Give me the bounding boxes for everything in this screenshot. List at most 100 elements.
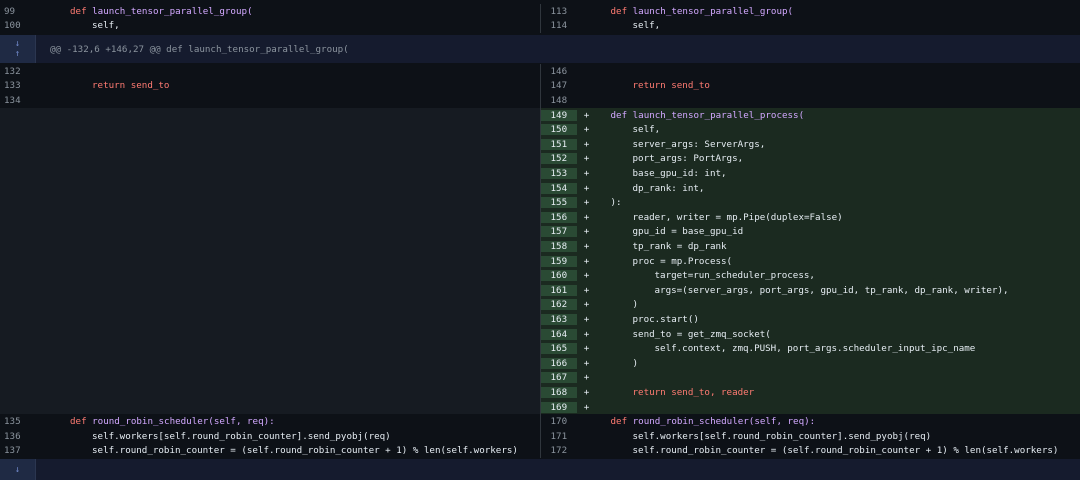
right-line-number[interactable]: 152 [540, 153, 577, 165]
left-line-number[interactable]: 99 [0, 6, 36, 17]
right-line-number[interactable]: 163 [540, 313, 577, 325]
right-added-cell: 164 + send_to = get_zmq_socket( [540, 326, 1080, 342]
code-text: tp_rank = dp_rank [632, 240, 727, 252]
added-diff-row: 169 + [0, 399, 1080, 415]
right-added-cell: 157 + gpu_id = base_gpu_id [540, 224, 1080, 240]
diff-row: 137 self.round_robin_counter = (self.rou… [0, 443, 1080, 459]
right-added-cell: 156 + reader, writer = mp.Pipe(duplex=Fals… [540, 210, 1080, 225]
added-diff-row: 167 + [0, 370, 1080, 386]
left-pane-line: 99 def launch_tensor_parallel_group( [0, 4, 541, 19]
code-text: reader, writer = mp.Pipe(duplex=False) [632, 211, 843, 223]
right-line-number[interactable]: 162 [540, 299, 577, 311]
right-line-number[interactable]: 168 [540, 386, 577, 398]
code-text: dp_rank: int, [632, 182, 705, 194]
left-line-number[interactable]: 136 [0, 431, 36, 442]
right-line-number[interactable]: 147 [541, 80, 577, 91]
right-line-number[interactable]: 167 [540, 372, 577, 384]
right-added-cell: 166 +) [540, 356, 1080, 371]
left-empty-cell [0, 195, 541, 210]
right-line-number[interactable]: 165 [540, 343, 577, 355]
expand-lines-button[interactable]: ↓ [0, 459, 36, 480]
code-text: self.round_robin_counter = (self.round_r… [632, 445, 1059, 457]
added-marker: + [583, 284, 590, 296]
code-text: return send_to [632, 80, 710, 92]
right-line-number[interactable]: 150 [540, 124, 577, 136]
right-line-number[interactable]: 164 [540, 328, 577, 340]
right-added-cell: 168 + return send_to, reader [540, 385, 1080, 400]
right-line-number[interactable]: 113 [541, 6, 577, 17]
right-line-number[interactable]: 146 [541, 66, 577, 77]
left-pane-line: 135 def round_robin_scheduler(self, req)… [0, 414, 541, 429]
hunk-header: ↓ ↑ @@ -132,6 +146,27 @@ def launch_tens… [0, 35, 1080, 63]
right-line-number[interactable]: 114 [541, 20, 577, 31]
code-text: args=(server_args, port_args, gpu_id, tp… [654, 284, 1009, 296]
diff-row: 100 self, 114 self, [0, 18, 1080, 34]
right-line-number[interactable]: 155 [540, 197, 577, 209]
right-line-number[interactable]: 148 [541, 95, 577, 106]
right-added-cell: 159 + proc = mp.Process( [540, 253, 1080, 269]
added-diff-row: 162 +) [0, 297, 1080, 313]
right-line-number[interactable]: 172 [541, 445, 577, 456]
right-line-number[interactable]: 169 [540, 401, 577, 413]
code-text: launch_tensor_parallel_group( [92, 5, 253, 17]
left-line-number[interactable]: 137 [0, 445, 36, 456]
right-line-number[interactable]: 156 [540, 211, 577, 223]
right-line-number[interactable]: 170 [541, 416, 577, 427]
expand-lines-button[interactable]: ↓ ↑ [0, 35, 36, 63]
right-added-cell: 151 + server_args: ServerArgs, [540, 137, 1080, 152]
arrow-down-icon: ↓ [14, 464, 21, 475]
code-text: launch_tensor_parallel_group( [632, 5, 794, 17]
right-line-number[interactable]: 153 [540, 167, 577, 179]
code-text: return send_to, reader [632, 386, 755, 398]
right-line-number[interactable]: 160 [540, 270, 577, 282]
left-empty-cell [0, 399, 541, 415]
left-line-number[interactable]: 133 [0, 80, 36, 91]
right-line-number[interactable]: 149 [540, 109, 577, 121]
right-line-number[interactable]: 159 [540, 255, 577, 267]
code-line: def round_robin_scheduler(self, req): [610, 416, 816, 428]
code-text: return send_to [92, 80, 170, 92]
added-marker: + [583, 211, 590, 223]
added-diff-row: 151 + server_args: ServerArgs, [0, 137, 1080, 152]
right-pane-line: 113 def launch_tensor_parallel_group( [541, 4, 1080, 19]
right-line-number[interactable]: 171 [541, 431, 577, 442]
right-added-cell: 160 + target=run_scheduler_process, [540, 268, 1080, 283]
left-pane-line: 134 [0, 93, 541, 108]
right-line-number[interactable]: 157 [540, 226, 577, 238]
code-text: ) [632, 299, 639, 311]
right-line-number[interactable]: 158 [540, 240, 577, 252]
left-line-number[interactable]: 134 [0, 95, 36, 106]
right-pane-line: 170 def round_robin_scheduler(self, req)… [541, 414, 1080, 429]
left-line-number[interactable]: 100 [0, 20, 36, 31]
right-line-number[interactable]: 166 [540, 357, 577, 369]
right-line-number[interactable]: 161 [540, 284, 577, 296]
code-text: self, [92, 20, 120, 32]
code-text: round_robin_scheduler(self, req): [92, 416, 275, 428]
left-line-number[interactable]: 135 [0, 416, 36, 427]
added-diff-row: 155 +): [0, 195, 1080, 210]
added-marker: + [583, 270, 590, 282]
left-empty-cell [0, 297, 541, 313]
hunk-header-text: @@ -132,6 +146,27 @@ def launch_tensor_p… [50, 43, 349, 55]
left-empty-cell [0, 385, 541, 400]
added-marker: + [583, 401, 590, 413]
added-marker: + [583, 372, 590, 384]
added-marker: + [583, 357, 590, 369]
left-empty-cell [0, 151, 541, 167]
added-marker: + [583, 109, 590, 121]
right-line-number[interactable]: 151 [540, 138, 577, 150]
right-added-cell: 152 + port_args: PortArgs, [540, 151, 1080, 167]
left-line-number[interactable]: 132 [0, 66, 36, 77]
left-empty-cell [0, 268, 541, 283]
right-line-number[interactable]: 154 [540, 182, 577, 194]
right-added-cell: 163 + proc.start() [540, 312, 1080, 327]
code-text: send_to = get_zmq_socket( [632, 328, 771, 340]
left-pane-line: 137 self.round_robin_counter = (self.rou… [0, 443, 541, 459]
code-text: self, [632, 20, 661, 32]
code-line: def round_robin_scheduler(self, req): [70, 416, 275, 428]
left-empty-cell [0, 356, 541, 371]
added-diff-row: 158 + tp_rank = dp_rank [0, 239, 1080, 254]
code-text: gpu_id = base_gpu_id [632, 226, 744, 238]
left-pane-line: 100 self, [0, 18, 541, 34]
added-diff-row: 161 + args=(server_args, port_args, gpu_id… [0, 283, 1080, 298]
